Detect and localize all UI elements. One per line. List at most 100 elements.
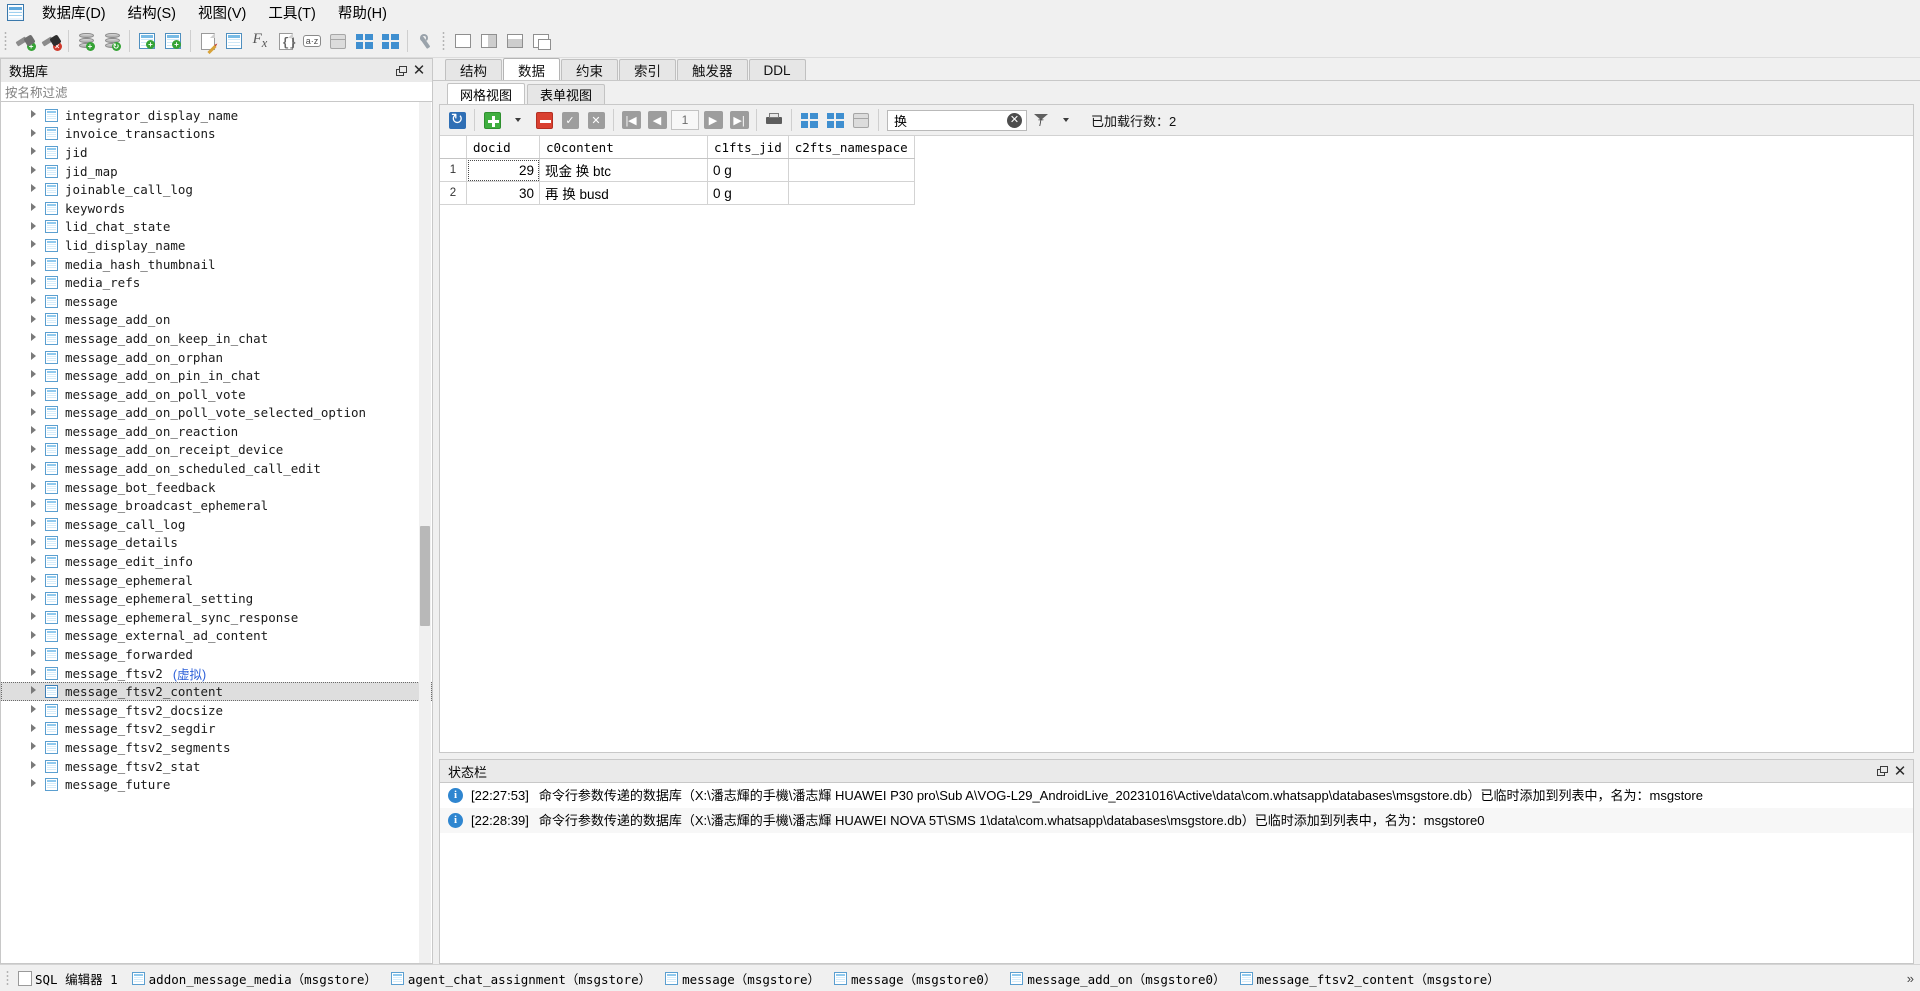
chevron-right-icon[interactable] bbox=[31, 649, 36, 658]
tree-item[interactable]: joinable_call_log bbox=[1, 180, 432, 199]
bottombar-grip[interactable] bbox=[4, 969, 12, 987]
cell-docid[interactable]: 30 bbox=[466, 181, 540, 205]
add-database-icon[interactable]: + bbox=[73, 28, 99, 54]
chevron-right-icon[interactable] bbox=[31, 705, 36, 713]
search-input[interactable] bbox=[887, 109, 1027, 131]
tree-item[interactable]: message_details bbox=[1, 534, 432, 553]
tree-item[interactable]: message_ftsv2_stat bbox=[1, 757, 432, 776]
chevron-right-icon[interactable] bbox=[31, 165, 36, 174]
tree-item[interactable]: message_add_on_poll_vote_selected_option bbox=[1, 404, 432, 423]
tree-item[interactable]: message_ftsv2_segdir bbox=[1, 720, 432, 739]
editor-tab[interactable]: SQL 编辑器 1 bbox=[16, 966, 130, 990]
editor-tab[interactable]: message（msgstore0） bbox=[832, 966, 1008, 990]
tree-item[interactable]: message_call_log bbox=[1, 515, 432, 534]
tree-item[interactable]: message bbox=[1, 292, 432, 311]
chevron-right-icon[interactable] bbox=[31, 574, 36, 583]
insert-row-dropdown-icon[interactable] bbox=[506, 109, 530, 131]
tab-5[interactable]: 触发器 bbox=[677, 59, 748, 80]
print-icon[interactable] bbox=[762, 109, 786, 131]
editor-tab[interactable]: agent_chat_assignment（msgstore） bbox=[389, 966, 663, 990]
tab-1[interactable]: 结构 bbox=[445, 59, 502, 80]
export-data-icon[interactable] bbox=[823, 109, 847, 131]
previous-page-icon[interactable]: ◀ bbox=[645, 109, 669, 131]
chevron-right-icon[interactable] bbox=[31, 612, 36, 621]
chevron-right-icon[interactable] bbox=[31, 333, 36, 342]
connect-database-icon[interactable]: + bbox=[12, 28, 38, 54]
import-data-icon[interactable] bbox=[797, 109, 821, 131]
menu-view[interactable]: 视图(V) bbox=[187, 0, 257, 26]
tree-item[interactable]: keywords bbox=[1, 199, 432, 218]
tree-item[interactable]: message_ftsv2_segments bbox=[1, 738, 432, 757]
tree-item[interactable]: message_ephemeral_setting bbox=[1, 589, 432, 608]
status-undock-icon[interactable] bbox=[1873, 762, 1891, 780]
tile-horizontal-icon[interactable] bbox=[502, 28, 528, 54]
chevron-right-icon[interactable] bbox=[31, 314, 36, 323]
refresh-data-icon[interactable] bbox=[445, 109, 469, 131]
chevron-right-icon[interactable] bbox=[31, 556, 36, 565]
subtab-1[interactable]: 网格视图 bbox=[447, 83, 526, 104]
column-header[interactable]: c2fts_namespace bbox=[788, 136, 915, 159]
commit-icon[interactable]: ✓ bbox=[558, 109, 582, 131]
undock-icon[interactable] bbox=[392, 62, 410, 80]
tree-scrollbar-thumb[interactable] bbox=[420, 526, 430, 626]
column-header[interactable]: c1fts_jid bbox=[707, 136, 789, 159]
chevron-right-icon[interactable] bbox=[31, 742, 36, 751]
chevron-right-icon[interactable] bbox=[31, 686, 36, 695]
refresh-database-icon[interactable]: ↻ bbox=[99, 28, 125, 54]
first-page-icon[interactable]: |◀ bbox=[619, 109, 643, 131]
tree-item[interactable]: message_add_on_scheduled_call_edit bbox=[1, 459, 432, 478]
tree-item[interactable]: message_add_on_orphan bbox=[1, 348, 432, 367]
tree-item[interactable]: message_add_on_reaction bbox=[1, 422, 432, 441]
close-icon[interactable]: ✕ bbox=[410, 62, 428, 80]
chevron-right-icon[interactable] bbox=[31, 277, 36, 286]
cascade-windows-icon[interactable] bbox=[528, 28, 554, 54]
tree-item[interactable]: message_ephemeral bbox=[1, 571, 432, 590]
tab-6[interactable]: DDL bbox=[748, 59, 806, 80]
tree-scrollbar[interactable] bbox=[419, 102, 431, 963]
cell-c0content[interactable]: 现金 换 btc bbox=[539, 158, 708, 182]
chevron-right-icon[interactable] bbox=[31, 221, 36, 230]
table-row[interactable]: 1 29 现金 换 btc 0 g bbox=[440, 158, 915, 182]
editor-tab[interactable]: message_ftsv2_content（msgstore） bbox=[1238, 966, 1512, 990]
chevron-right-icon[interactable] bbox=[31, 240, 36, 249]
function-editor-icon[interactable]: Fx bbox=[247, 28, 273, 54]
export-icon[interactable] bbox=[377, 28, 403, 54]
toolbar-grip-2[interactable] bbox=[440, 30, 448, 52]
chevron-right-icon[interactable] bbox=[31, 388, 36, 397]
chevron-right-icon[interactable] bbox=[31, 593, 36, 602]
cell-c1fts_jid[interactable]: 0 g bbox=[707, 181, 789, 205]
tab-4[interactable]: 索引 bbox=[619, 59, 676, 80]
tree-item[interactable]: message_ftsv2_docsize bbox=[1, 701, 432, 720]
import-icon[interactable] bbox=[351, 28, 377, 54]
clear-search-icon[interactable]: ✕ bbox=[1007, 112, 1022, 128]
editor-tab[interactable]: message（msgstore） bbox=[663, 966, 832, 990]
chevron-right-icon[interactable] bbox=[31, 760, 36, 769]
menu-database[interactable]: 数据库(D) bbox=[31, 0, 117, 26]
filter-mode-icon[interactable] bbox=[1028, 109, 1052, 131]
settings-icon[interactable] bbox=[412, 28, 438, 54]
editor-tab[interactable]: addon_message_media（msgstore） bbox=[130, 966, 389, 990]
editor-tab[interactable]: message_add_on（msgstore0） bbox=[1008, 966, 1237, 990]
cell-docid[interactable]: 29 bbox=[466, 158, 540, 182]
tree-item[interactable]: jid bbox=[1, 143, 432, 162]
chevron-right-icon[interactable] bbox=[31, 519, 36, 528]
chevron-right-icon[interactable] bbox=[31, 426, 36, 435]
page-number-input[interactable]: 1 bbox=[671, 110, 699, 130]
chevron-right-icon[interactable] bbox=[31, 258, 36, 267]
chevron-right-icon[interactable] bbox=[31, 444, 36, 453]
data-grid[interactable]: docid c0content c1fts_jid c2fts_namespace 1 2… bbox=[440, 136, 1913, 752]
create-table-icon[interactable]: + bbox=[134, 28, 160, 54]
menu-structure[interactable]: 结构(S) bbox=[117, 0, 187, 26]
tree-item[interactable]: message_add_on_receipt_device bbox=[1, 441, 432, 460]
cell-c2fts_namespace[interactable] bbox=[788, 181, 915, 205]
code-snippet-icon[interactable]: {} bbox=[273, 28, 299, 54]
insert-row-icon[interactable] bbox=[480, 109, 504, 131]
chevron-right-icon[interactable] bbox=[31, 184, 36, 193]
chevron-right-icon[interactable] bbox=[31, 128, 36, 137]
chevron-right-icon[interactable] bbox=[31, 630, 36, 639]
status-log-list[interactable]: i [22:27:53] 命令行参数传递的数据库（X:\潘志輝的手機\潘志輝 HUA… bbox=[439, 783, 1914, 964]
chevron-right-icon[interactable] bbox=[31, 202, 36, 211]
tree-item[interactable]: integrator_display_name bbox=[1, 106, 432, 125]
tab-2[interactable]: 数据 bbox=[503, 58, 560, 80]
database-tree[interactable]: integrator_display_name invoice_transacti… bbox=[0, 102, 433, 964]
